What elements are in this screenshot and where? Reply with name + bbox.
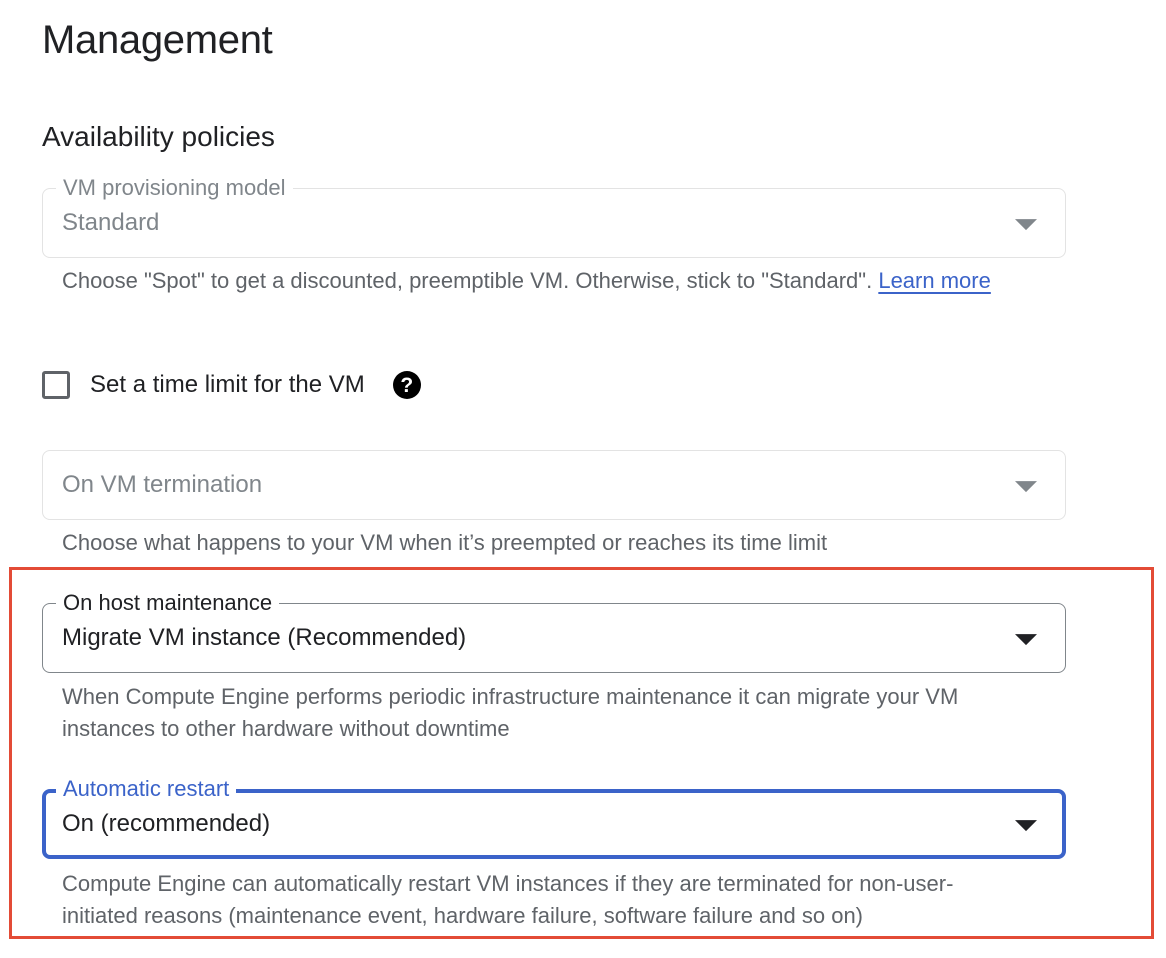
vm-provisioning-model-select[interactable]: VM provisioning model Standard: [42, 174, 1066, 258]
host-maintenance-select[interactable]: On host maintenance Migrate VM instance …: [42, 589, 1066, 673]
vm-provisioning-model-label: VM provisioning model: [56, 174, 293, 202]
host-maintenance-label: On host maintenance: [56, 589, 280, 617]
time-limit-row: Set a time limit for the VM ?: [42, 368, 421, 402]
dropdown-arrow-icon: [1015, 481, 1037, 493]
host-maintenance-helper: When Compute Engine performs periodic in…: [62, 684, 959, 741]
automatic-restart-value: On (recommended): [62, 810, 271, 837]
dropdown-arrow-icon: [1015, 820, 1037, 832]
help-icon[interactable]: ?: [392, 371, 421, 399]
section-title: Availability policies: [42, 121, 275, 152]
automatic-restart-label: Automatic restart: [56, 775, 237, 803]
host-maintenance-value: Migrate VM instance (Recommended): [62, 624, 467, 651]
vm-provisioning-model-value: Standard: [62, 209, 160, 236]
vm-termination-placeholder: On VM termination: [62, 471, 263, 498]
vm-provisioning-model-helper: Choose "Spot" to get a discounted, preem…: [62, 265, 1022, 297]
time-limit-label[interactable]: Set a time limit for the VM: [90, 371, 365, 399]
automatic-restart-helper: Compute Engine can automatically restart…: [62, 871, 954, 928]
learn-more-link[interactable]: Learn more: [878, 268, 991, 293]
page-title: Management: [42, 18, 273, 62]
dropdown-arrow-icon: [1015, 219, 1037, 231]
automatic-restart-select[interactable]: Automatic restart On (recommended): [42, 775, 1066, 859]
vm-provisioning-model-helper-text: Choose "Spot" to get a discounted, preem…: [62, 268, 879, 293]
time-limit-checkbox[interactable]: [42, 371, 70, 399]
vm-termination-helper: Choose what happens to your VM when it’s…: [62, 530, 828, 555]
dropdown-arrow-icon: [1015, 634, 1037, 646]
vm-termination-select[interactable]: On VM termination: [42, 450, 1066, 520]
